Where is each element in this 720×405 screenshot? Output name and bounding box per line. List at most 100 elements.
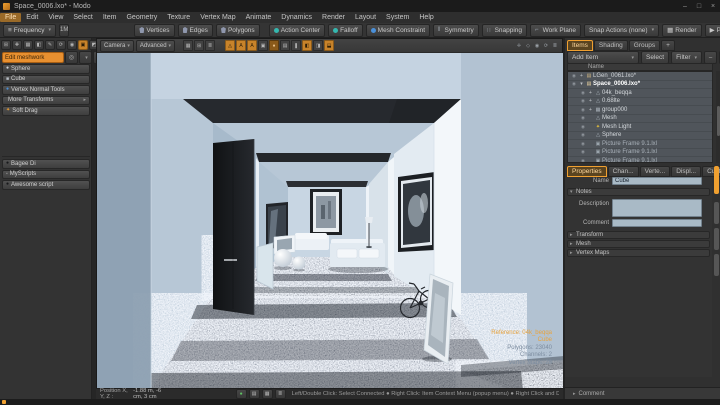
tree-scrollbar[interactable]	[716, 71, 720, 163]
expand-toggle-icon[interactable]: ▾	[578, 81, 585, 87]
camera-view-dropdown[interactable]: Camera	[100, 40, 134, 52]
script-button[interactable]: Awesome script	[2, 180, 90, 190]
tree-item-row[interactable]: + 04k_beqqa	[568, 89, 712, 98]
viewport-tool-icon-button[interactable]: A	[247, 40, 257, 51]
window-control-button[interactable]: ×	[706, 3, 720, 10]
frequency-value-box[interactable]: 1M	[59, 24, 69, 37]
viewport-tool-icon-button[interactable]: ⬓	[324, 40, 334, 51]
menu-item[interactable]: System	[381, 13, 414, 22]
properties-tab[interactable]: Properties	[567, 166, 607, 177]
tree-item-row[interactable]: Mesh	[568, 115, 712, 124]
viewport-tool-icon-button[interactable]: ❚	[291, 40, 301, 51]
name-field-input[interactable]	[612, 177, 702, 185]
viewport-tool-icon-button[interactable]: ▤	[280, 40, 290, 51]
notes-section-header[interactable]: Notes	[567, 188, 710, 196]
notification-dot-icon[interactable]	[2, 400, 6, 404]
menu-item[interactable]: Layout	[350, 13, 381, 22]
viewport-overlay-icon-button[interactable]: ✛	[515, 41, 523, 50]
shading-mode-dropdown[interactable]: Advanced	[136, 40, 175, 52]
collapsed-section-header[interactable]: Mesh	[567, 240, 710, 248]
viewport-tool-icon-button[interactable]: A	[236, 40, 246, 51]
render-button[interactable]: ▦ Render	[662, 24, 701, 37]
visibility-eye-icon[interactable]	[579, 158, 587, 163]
viewport-icon-button[interactable]: ⊞	[194, 40, 204, 51]
visibility-eye-icon[interactable]	[579, 98, 587, 104]
tree-item-row[interactable]: Sphere	[568, 132, 712, 141]
viewport-overlay-icon-button[interactable]: ◉	[533, 41, 541, 50]
visibility-eye-icon[interactable]	[579, 124, 587, 130]
properties-tab[interactable]: Displ...	[671, 166, 701, 177]
viewport-icon-button[interactable]: ≣	[205, 40, 215, 51]
tool-toggle-button[interactable]: Symmetry	[433, 24, 479, 37]
tool-button[interactable]: Sphere	[2, 64, 90, 74]
tree-item-row[interactable]: Picture Frame 9.1.lxl	[568, 157, 712, 163]
menu-item[interactable]: View	[43, 13, 68, 22]
palette-icon-button[interactable]: ◉	[67, 40, 77, 50]
tool-toggle-button[interactable]: Snapping	[482, 24, 527, 37]
visibility-eye-icon[interactable]	[570, 73, 578, 79]
search-options-dropdown[interactable]	[79, 51, 92, 64]
search-icon[interactable]: ◎	[65, 51, 78, 64]
snap-actions-dropdown[interactable]: Snap Actions (none)	[584, 24, 659, 37]
visibility-eye-icon[interactable]	[579, 90, 587, 96]
viewport-tool-icon-button[interactable]: ●	[269, 40, 279, 51]
menu-item[interactable]: Animate	[241, 13, 277, 22]
properties-tab[interactable]: Chan...	[608, 166, 639, 177]
frequency-dropdown[interactable]: ≡ Frequency	[3, 24, 56, 37]
active-vertical-tab[interactable]	[714, 166, 719, 194]
menu-item[interactable]: File	[0, 13, 21, 22]
menu-item[interactable]: Item	[98, 13, 122, 22]
tree-item-row[interactable]: + group000	[568, 106, 712, 115]
visibility-eye-icon[interactable]	[579, 132, 587, 138]
menu-item[interactable]: Geometry	[121, 13, 162, 22]
expand-toggle-icon[interactable]: +	[587, 90, 594, 96]
tree-item-row[interactable]: + 0.68lte	[568, 98, 712, 107]
script-button[interactable]: Bagee Di	[2, 159, 90, 169]
viewport-icon-button[interactable]: ▦	[183, 40, 193, 51]
properties-tab[interactable]: Verte...	[640, 166, 671, 177]
palette-icon-button[interactable]: ▦	[23, 40, 33, 50]
palette-icon-button[interactable]: ✚	[12, 40, 22, 50]
visibility-eye-icon[interactable]	[579, 115, 587, 121]
tree-item-row[interactable]: ▾ Space_0006.lxo*	[568, 81, 712, 90]
tool-toggle-button[interactable]: Action Center	[269, 24, 325, 37]
expand-toggle-icon[interactable]: +	[587, 98, 594, 104]
expand-toggle-icon[interactable]: +	[578, 73, 585, 79]
vertical-tab[interactable]	[714, 202, 719, 224]
collapsed-section-header[interactable]: Vertex Maps	[567, 249, 710, 257]
tool-button[interactable]: More Transforms	[2, 96, 90, 106]
viewport-tool-icon-button[interactable]: ◬	[225, 40, 235, 51]
palette-icon-button[interactable]: ⟳	[56, 40, 66, 50]
item-list-tab[interactable]: Groups	[629, 40, 660, 51]
item-list-tab[interactable]: +	[661, 40, 675, 51]
comment-drawer-bar[interactable]: Comment	[565, 387, 720, 399]
vertical-tab[interactable]	[714, 254, 719, 276]
tool-toggle-button[interactable]: Work Plane	[530, 24, 581, 37]
tree-item-row[interactable]: Picture Frame 9.1.lxl	[568, 140, 712, 149]
tool-toggle-button[interactable]: Mesh Constraint	[366, 24, 430, 37]
tree-item-row[interactable]: + LGen_0061.lxo*	[568, 72, 712, 81]
visibility-eye-icon[interactable]	[579, 141, 587, 147]
tool-button[interactable]: Cube	[2, 75, 90, 85]
window-control-button[interactable]: –	[678, 3, 692, 10]
tree-scrollbar-thumb[interactable]	[717, 106, 720, 136]
tree-item-row[interactable]: Picture Frame 9.1.lxl	[568, 149, 712, 158]
viewport-tool-icon-button[interactable]: ◨	[313, 40, 323, 51]
viewport-tool-icon-button[interactable]: ◧	[302, 40, 312, 51]
description-field-input[interactable]	[612, 199, 702, 217]
status-icon-button[interactable]: ●	[236, 389, 247, 399]
menu-item[interactable]: Select	[68, 13, 97, 22]
status-icon-button[interactable]: ▦	[262, 389, 273, 399]
tool-toggle-button[interactable]: Falloff	[328, 24, 363, 37]
selection-mode-button[interactable]: Polygons	[216, 24, 260, 37]
item-list-tab[interactable]: Items	[567, 40, 593, 51]
viewport-overlay-icon-button[interactable]: ≣	[551, 41, 559, 50]
menu-item[interactable]: Vertex Map	[195, 13, 240, 22]
3d-viewport[interactable]: Camera Advanced ▦⊞≣ ◬AA▣●▤❚◧◨⬓ ✛◇◉⟳≣	[96, 38, 563, 388]
menu-item[interactable]: Texture	[162, 13, 195, 22]
window-control-button[interactable]: □	[692, 3, 706, 10]
visibility-eye-icon[interactable]	[579, 107, 587, 113]
palette-icon-button[interactable]: ▣	[78, 40, 88, 50]
script-button[interactable]: MyScripts	[2, 170, 90, 180]
tool-button[interactable]: Soft Drag	[2, 106, 90, 116]
